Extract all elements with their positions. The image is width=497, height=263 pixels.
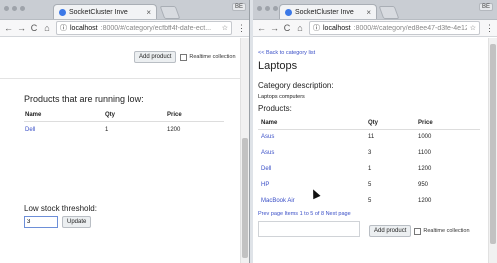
product-link[interactable]: MacBook Air <box>261 198 295 204</box>
checkbox-box[interactable] <box>414 227 422 235</box>
new-tab-button[interactable] <box>378 6 400 19</box>
low-stock-heading: Products that are running low: <box>24 94 144 104</box>
low-stock-table: Name Qty Price Dell 1 1200 <box>24 109 224 139</box>
realtime-collection-checkbox[interactable]: Realtime collection <box>180 53 236 61</box>
table-row: MacBook Air 5 1200 <box>258 193 480 209</box>
checkbox-box[interactable] <box>180 53 188 61</box>
favicon-icon <box>285 8 292 16</box>
description-heading: Category description: <box>258 81 334 90</box>
realtime-collection-checkbox[interactable]: Realtime collection <box>414 227 470 235</box>
realtime-label: Realtime collection <box>423 228 470 234</box>
url-path: :8000/#/category/ed8ee47-d3fe-4e12-8... <box>353 24 467 32</box>
products-heading: Products: <box>258 104 292 113</box>
vertical-scrollbar[interactable] <box>488 38 497 263</box>
table-row: Asus 11 1000 <box>258 129 480 145</box>
bookmark-star-icon[interactable]: ☆ <box>222 24 228 32</box>
update-button[interactable]: Update <box>62 216 92 228</box>
url-host: localhost <box>323 24 351 32</box>
reload-icon[interactable]: C <box>30 23 38 33</box>
back-to-category-list-link[interactable]: << Back to category list <box>258 50 315 56</box>
price-cell: 1200 <box>418 198 432 204</box>
table-row: Asus 3 1100 <box>258 145 480 161</box>
qty-cell: 5 <box>368 198 372 204</box>
price-cell: 1200 <box>418 166 432 172</box>
price-cell: 1000 <box>418 134 432 141</box>
tab-title: SocketCluster Inve <box>295 8 354 16</box>
window-controls[interactable] <box>4 6 25 11</box>
price-cell: 950 <box>418 182 429 188</box>
favicon-icon <box>59 8 66 16</box>
address-bar[interactable]: ⓘ localhost :8000/#/category/ed8ee47-d3f… <box>309 21 480 35</box>
info-icon: ⓘ <box>60 25 67 32</box>
product-link[interactable]: Dell <box>261 166 271 172</box>
right-browser-window: SocketCluster Inve × BE ← → C ⌂ ⓘ localh… <box>253 0 497 263</box>
product-link[interactable]: Asus <box>261 134 274 140</box>
page-title: Laptops <box>258 60 298 72</box>
column-header-price: Price <box>418 120 433 127</box>
menu-icon[interactable]: ⋮ <box>237 23 246 34</box>
qty-cell: 1 <box>105 127 109 134</box>
column-header-name: Name <box>25 111 42 118</box>
vertical-scrollbar[interactable] <box>240 38 249 263</box>
menu-icon[interactable]: ⋮ <box>485 23 494 34</box>
browser-tab[interactable]: SocketCluster Inve × <box>53 4 157 19</box>
left-browser-window: SocketCluster Inve × BE ← → C ⌂ ⓘ localh… <box>0 0 250 263</box>
table-row: Dell 1 1200 <box>24 121 224 139</box>
info-icon: ⓘ <box>313 25 320 32</box>
price-cell: 1200 <box>167 127 181 134</box>
product-link[interactable]: HP <box>261 182 269 188</box>
profile-badge[interactable]: BE <box>479 3 494 11</box>
add-product-button[interactable]: Add product <box>369 225 412 237</box>
home-icon[interactable]: ⌂ <box>43 23 51 33</box>
column-header-qty: Qty <box>368 120 379 127</box>
realtime-label: Realtime collection <box>189 54 236 60</box>
qty-cell: 1 <box>368 166 372 172</box>
column-header-qty: Qty <box>105 111 116 118</box>
product-link[interactable]: Asus <box>261 150 274 156</box>
forward-arrow-icon[interactable]: → <box>17 23 26 33</box>
qty-cell: 5 <box>368 182 372 188</box>
tab-title: SocketCluster Inve <box>69 8 128 16</box>
tab-bar: SocketCluster Inve × BE <box>253 0 497 20</box>
page-content: << Back to category list Laptops Categor… <box>253 38 489 263</box>
table-row: HP 5 950 <box>258 177 480 193</box>
bookmark-star-icon[interactable]: ☆ <box>470 24 476 32</box>
close-tab-icon[interactable]: × <box>366 8 371 17</box>
close-tab-icon[interactable]: × <box>146 8 151 17</box>
qty-cell: 3 <box>368 150 372 156</box>
home-icon[interactable]: ⌂ <box>296 23 304 33</box>
column-header-price: Price <box>167 111 182 118</box>
description-text: Laptops computers <box>258 94 305 100</box>
reload-icon[interactable]: C <box>283 23 291 33</box>
threshold-label: Low stock threshold: <box>24 204 97 213</box>
add-product-button[interactable]: Add product <box>134 51 177 63</box>
products-table: Name Qty Price Asus 11 1000 Asus 3 1100 … <box>258 118 480 209</box>
scrollbar-thumb[interactable] <box>490 44 496 244</box>
qty-cell: 11 <box>368 134 375 141</box>
column-header-name: Name <box>261 120 278 127</box>
window-controls[interactable] <box>257 6 278 11</box>
table-row: Dell 1 1200 <box>258 161 480 177</box>
url-host: localhost <box>70 24 98 32</box>
address-bar[interactable]: ⓘ localhost :8000/#/category/ecfbff4f-da… <box>56 21 232 35</box>
threshold-input[interactable] <box>24 216 58 228</box>
divider <box>0 78 241 79</box>
back-arrow-icon[interactable]: ← <box>4 23 13 33</box>
scrollbar-thumb[interactable] <box>242 138 248 258</box>
page-content: Add product Realtime collection Products… <box>0 38 241 263</box>
back-arrow-icon[interactable]: ← <box>257 23 266 33</box>
product-link[interactable]: Dell <box>25 127 35 133</box>
profile-badge[interactable]: BE <box>232 3 247 11</box>
browser-toolbar: ← → C ⌂ ⓘ localhost :8000/#/category/ecf… <box>0 20 249 37</box>
pagination[interactable]: Prev page Items 1 to 5 of 8 Next page <box>258 211 351 217</box>
tab-bar: SocketCluster Inve × BE <box>0 0 249 20</box>
browser-tab[interactable]: SocketCluster Inve × <box>279 4 377 19</box>
url-path: :8000/#/category/ecfbff4f-dafe-ect... <box>100 24 212 32</box>
price-cell: 1100 <box>418 150 431 156</box>
new-product-input[interactable] <box>258 221 360 237</box>
new-tab-button[interactable] <box>159 6 181 19</box>
browser-toolbar: ← → C ⌂ ⓘ localhost :8000/#/category/ed8… <box>253 20 497 37</box>
forward-arrow-icon[interactable]: → <box>270 23 279 33</box>
